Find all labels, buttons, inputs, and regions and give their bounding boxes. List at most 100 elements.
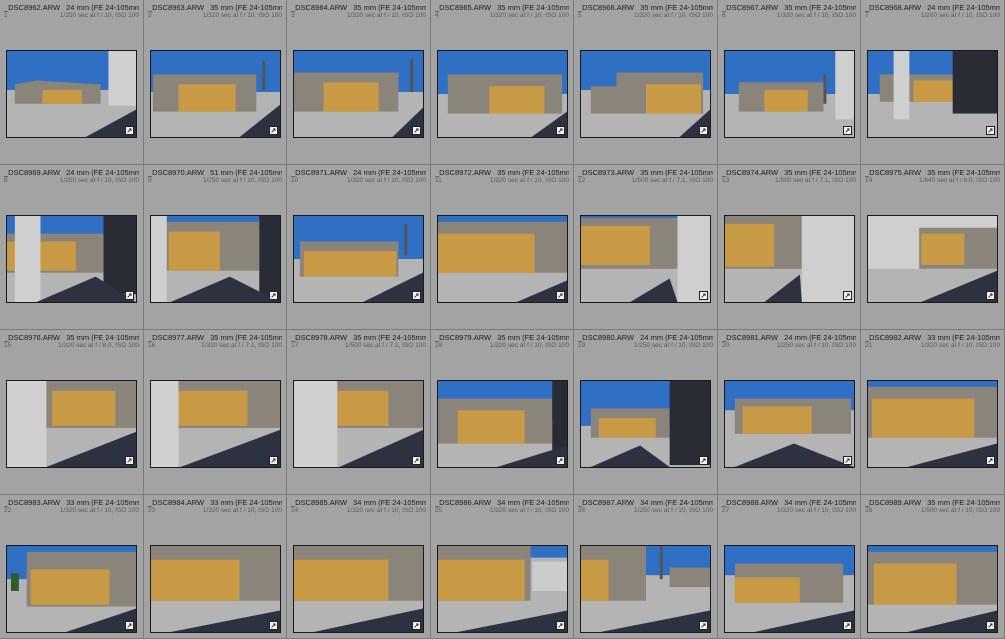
edit-badge-icon[interactable] — [986, 126, 995, 135]
photo-thumbnail[interactable] — [293, 50, 424, 138]
grid-cell[interactable]: _DSC8987.ARW 34 mm (FE 24-105mm F4... 26… — [574, 495, 718, 639]
photo-thumbnail[interactable] — [6, 380, 137, 468]
photo-thumbnail[interactable] — [293, 545, 424, 633]
edit-badge-icon[interactable] — [986, 291, 995, 300]
lens-label: 24 mm (FE 24-105mm F4... — [640, 333, 713, 342]
photo-thumbnail[interactable] — [580, 50, 711, 138]
edit-badge-icon[interactable] — [843, 456, 852, 465]
grid-cell[interactable]: _DSC8966.ARW 35 mm (FE 24-105mm F4... 5 … — [574, 0, 718, 165]
grid-cell[interactable]: _DSC8977.ARW 35 mm (FE 24-105mm F4 G... … — [144, 330, 287, 495]
grid-cell[interactable]: _DSC8988.ARW 34 mm (FE 24-105mm F4... 27… — [718, 495, 861, 639]
edit-badge-icon[interactable] — [269, 291, 278, 300]
photo-thumbnail[interactable] — [724, 380, 855, 468]
photo-thumbnail[interactable] — [6, 50, 137, 138]
grid-cell[interactable]: _DSC8980.ARW 24 mm (FE 24-105mm F4... 19… — [574, 330, 718, 495]
edit-badge-icon[interactable] — [986, 456, 995, 465]
filename-label: _DSC8975.ARW — [865, 168, 922, 177]
grid-cell[interactable]: _DSC8968.ARW 24 mm (FE 24-105mm F4... 7 … — [861, 0, 1005, 165]
photo-thumbnail[interactable] — [580, 215, 711, 303]
edit-badge-icon[interactable] — [269, 456, 278, 465]
photo-thumbnail[interactable] — [150, 545, 281, 633]
grid-cell[interactable]: _DSC8969.ARW 24 mm (FE 24-105mm F4... 8 … — [0, 165, 144, 330]
photo-thumbnail[interactable] — [580, 545, 711, 633]
grid-cell[interactable]: _DSC8971.ARW 24 mm (FE 24-105mm F4 G... … — [287, 165, 431, 330]
edit-badge-icon[interactable] — [843, 126, 852, 135]
photo-thumbnail[interactable] — [867, 215, 998, 303]
exposure-label: 1/320 sec at f / 10, ISO 100 — [346, 177, 426, 184]
grid-cell[interactable]: _DSC8982.ARW 33 mm (FE 24-105mm F4... 21… — [861, 330, 1005, 495]
photo-thumbnail[interactable] — [437, 50, 568, 138]
photo-thumbnail[interactable] — [437, 545, 568, 633]
photo-thumbnail[interactable] — [867, 50, 998, 138]
index-label: 17 — [291, 342, 299, 349]
edit-badge-icon[interactable] — [556, 456, 565, 465]
edit-badge-icon[interactable] — [412, 456, 421, 465]
cell-metadata-bottom: 25 1/320 sec at f / 10, ISO 100 — [435, 507, 569, 515]
edit-badge-icon[interactable] — [125, 456, 134, 465]
cell-metadata-bottom: 14 1/640 sec at f / 8.0, ISO 100 — [865, 177, 1000, 185]
photo-thumbnail[interactable] — [724, 545, 855, 633]
photo-thumbnail[interactable] — [6, 215, 137, 303]
photo-thumbnail[interactable] — [293, 215, 424, 303]
edit-badge-icon[interactable] — [125, 621, 134, 630]
grid-cell[interactable]: _DSC8970.ARW 51 mm (FE 24-105mm F4 G... … — [144, 165, 287, 330]
grid-cell[interactable]: _DSC8965.ARW 35 mm (FE 24-105mm F4... 4 … — [431, 0, 574, 165]
grid-cell[interactable]: _DSC8989.ARW 35 mm (FE 24-105mm F4... 28… — [861, 495, 1005, 639]
index-label: 7 — [865, 12, 869, 19]
grid-cell[interactable]: _DSC8964.ARW 35 mm (FE 24-105mm F4... 3 … — [287, 0, 431, 165]
edit-badge-icon[interactable] — [556, 126, 565, 135]
grid-cell[interactable]: _DSC8973.ARW 35 mm (FE 24-105mm F4... 12… — [574, 165, 718, 330]
grid-cell[interactable]: _DSC8962.ARW 24 mm (FE 24-105mm F4... 1 … — [0, 0, 144, 165]
grid-cell[interactable]: _DSC8976.ARW 35 mm (FE 24-105mm F4... 15… — [0, 330, 144, 495]
photo-thumbnail[interactable] — [724, 50, 855, 138]
grid-cell[interactable]: _DSC8984.ARW 33 mm (FE 24-105mm F4... 23… — [144, 495, 287, 639]
edit-badge-icon[interactable] — [556, 621, 565, 630]
grid-cell[interactable]: _DSC8983.ARW 33 mm (FE 24-105mm F4... 22… — [0, 495, 144, 639]
photo-thumbnail[interactable] — [293, 380, 424, 468]
grid-cell[interactable]: _DSC8986.ARW 34 mm (FE 24-105mm F4... 25… — [431, 495, 574, 639]
photo-thumbnail[interactable] — [437, 215, 568, 303]
index-label: 13 — [722, 177, 730, 184]
edit-badge-icon[interactable] — [699, 456, 708, 465]
grid-cell[interactable]: _DSC8967.ARW 35 mm (FE 24-105mm F4... 6 … — [718, 0, 861, 165]
grid-cell[interactable]: _DSC8979.ARW 35 mm (FE 24-105mm F4... 18… — [431, 330, 574, 495]
photo-thumbnail[interactable] — [867, 380, 998, 468]
edit-badge-icon[interactable] — [125, 126, 134, 135]
edit-badge-icon[interactable] — [986, 621, 995, 630]
grid-cell[interactable]: _DSC8978.ARW 35 mm (FE 24-105mm F4... 17… — [287, 330, 431, 495]
index-label: 27 — [722, 507, 730, 514]
photo-thumbnail[interactable] — [724, 215, 855, 303]
edit-badge-icon[interactable] — [556, 291, 565, 300]
edit-badge-icon[interactable] — [269, 621, 278, 630]
grid-cell[interactable]: _DSC8975.ARW 35 mm (FE 24-105mm F4... 14… — [861, 165, 1005, 330]
edit-badge-icon[interactable] — [699, 621, 708, 630]
edit-badge-icon[interactable] — [125, 291, 134, 300]
photo-thumbnail[interactable] — [437, 380, 568, 468]
grid-cell[interactable]: _DSC8972.ARW 35 mm (FE 24-105mm F4... 11… — [431, 165, 574, 330]
edit-badge-icon[interactable] — [269, 126, 278, 135]
edit-badge-icon[interactable] — [843, 291, 852, 300]
edit-badge-icon[interactable] — [699, 291, 708, 300]
edit-badge-icon[interactable] — [843, 621, 852, 630]
grid-cell[interactable]: _DSC8985.ARW 34 mm (FE 24-105mm F4... 24… — [287, 495, 431, 639]
index-label: 23 — [148, 507, 156, 514]
grid-cell[interactable]: _DSC8981.ARW 24 mm (FE 24-105mm F4... 20… — [718, 330, 861, 495]
edit-badge-icon[interactable] — [412, 621, 421, 630]
photo-thumbnail[interactable] — [580, 380, 711, 468]
photo-thumbnail[interactable] — [6, 545, 137, 633]
grid-cell[interactable]: _DSC8963.ARW 35 mm (FE 24-105mm F4... 2 … — [144, 0, 287, 165]
cell-metadata-bottom: 5 1/320 sec at f / 10, ISO 100 — [578, 12, 713, 20]
exposure-label: 1/500 sec at f / 10, ISO 100 — [920, 507, 1000, 514]
cell-metadata-top: _DSC8982.ARW 33 mm (FE 24-105mm F4... — [865, 333, 1000, 342]
photo-thumbnail[interactable] — [150, 50, 281, 138]
cell-metadata-bottom: 9 1/250 sec at f / 10, ISO 100 — [148, 177, 282, 185]
photo-thumbnail[interactable] — [867, 545, 998, 633]
edit-badge-icon[interactable] — [412, 291, 421, 300]
grid-cell[interactable]: _DSC8974.ARW 35 mm (FE 24-105mm F4... 13… — [718, 165, 861, 330]
photo-thumbnail[interactable] — [150, 215, 281, 303]
edit-badge-icon[interactable] — [412, 126, 421, 135]
cell-metadata-bottom: 21 1/320 sec at f / 10, ISO 100 — [865, 342, 1000, 350]
exposure-label: 1/320 sec at f / 10, ISO 100 — [202, 507, 282, 514]
edit-badge-icon[interactable] — [699, 126, 708, 135]
photo-thumbnail[interactable] — [150, 380, 281, 468]
